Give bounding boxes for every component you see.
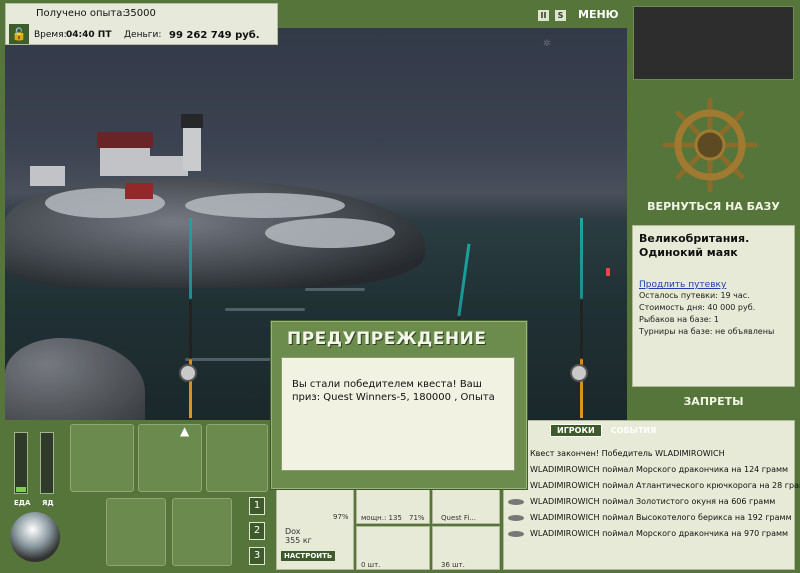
time-value: 04:40 ПТ bbox=[66, 30, 112, 40]
bait-bag-slot[interactable] bbox=[138, 424, 202, 492]
bait-count: 36 шт. bbox=[441, 561, 465, 569]
tackle-box-slot[interactable] bbox=[70, 424, 134, 492]
info-line: Стоимость дня: 40 000 руб. bbox=[639, 303, 756, 312]
fishing-rod-1[interactable] bbox=[189, 218, 192, 418]
location-info: Великобритания. Одинокий маяк Продлить п… bbox=[632, 225, 795, 387]
event-text: Квест закончен! Победитель WLADIMIROWICH bbox=[530, 449, 725, 458]
dialog-title: ПРЕДУПРЕЖДЕНИЕ bbox=[287, 329, 487, 349]
food-label: ЕДА bbox=[14, 499, 31, 507]
power-label: мощн.: 135 bbox=[361, 514, 402, 522]
tools-slot[interactable] bbox=[206, 424, 268, 492]
events-panel: ИГРОКИ СОБЫТИЯ Квест закончен! Победител… bbox=[503, 420, 800, 570]
poison-gauge bbox=[40, 432, 54, 494]
return-to-base-button[interactable]: ВЕРНУТЬСЯ НА БАЗУ bbox=[632, 200, 795, 220]
event-text: WLADIMIROWICH поймал Высокотелого берикс… bbox=[530, 513, 792, 522]
fish-icon bbox=[508, 514, 524, 521]
rod-slot-1-button[interactable]: 1 bbox=[249, 497, 265, 515]
quest-item-card[interactable]: Quest Fi... bbox=[432, 488, 500, 524]
event-row: WLADIMIROWICH поймал Золотистого окуня н… bbox=[508, 494, 792, 510]
fish-icon bbox=[508, 498, 524, 505]
event-row: WLADIMIROWICH поймал Высокотелого берикс… bbox=[508, 510, 792, 526]
basket-slot[interactable] bbox=[106, 498, 166, 566]
event-row: Квест закончен! Победитель WLADIMIROWICH bbox=[508, 446, 792, 462]
rod-card[interactable]: Dox 355 кг 97% НАСТРОИТЬ bbox=[276, 488, 354, 570]
pause-icon[interactable]: II bbox=[538, 10, 549, 21]
event-row: WLADIMIROWICH поймал Атлантического крюч… bbox=[508, 478, 800, 494]
extend-ticket-link[interactable]: Продлить путевку bbox=[639, 280, 788, 290]
warning-dialog[interactable]: ПРЕДУПРЕЖДЕНИЕ Вы стали победителем квес… bbox=[270, 320, 528, 490]
info-line: Рыбаков на базе: 1 bbox=[639, 315, 719, 324]
event-text: WLADIMIROWICH поймал Атлантического крюч… bbox=[530, 481, 800, 490]
hook-count: 0 шт. bbox=[361, 561, 381, 569]
info-line: Осталось путевки: 19 час. bbox=[639, 291, 750, 300]
dialog-message: Вы стали победителем квеста! Ваш приз: Q… bbox=[292, 379, 495, 403]
location-title: Великобритания. Одинокий маяк bbox=[639, 232, 750, 259]
event-text: WLADIMIROWICH поймал Морского дракончика… bbox=[530, 465, 789, 474]
tab-players[interactable]: ИГРОКИ bbox=[550, 424, 602, 437]
quest-label: Quest Fi... bbox=[441, 514, 477, 522]
food-gauge bbox=[14, 432, 28, 494]
info-line: Турниры на базе: не объявлены bbox=[639, 327, 775, 336]
exp-label: Получено опыта: bbox=[36, 8, 126, 19]
cursor-arrow-icon: ▲ bbox=[180, 424, 190, 438]
setup-button[interactable]: НАСТРОИТЬ bbox=[281, 551, 336, 561]
events-tabs: ИГРОКИ СОБЫТИЯ bbox=[550, 424, 662, 438]
bucket-slot[interactable] bbox=[172, 498, 232, 566]
event-row: WLADIMIROWICH поймал Морского дракончика… bbox=[508, 526, 792, 542]
watermark-logo: ✲ bbox=[543, 39, 551, 49]
event-text: WLADIMIROWICH поймал Морского дракончика… bbox=[530, 529, 789, 538]
percent-label: 71% bbox=[409, 514, 425, 522]
tab-events[interactable]: СОБЫТИЯ bbox=[605, 425, 662, 436]
fish-icon bbox=[508, 530, 524, 537]
event-row: WLADIMIROWICH поймал Морского дракончика… bbox=[508, 462, 792, 478]
rod-slot-2-button[interactable]: 2 bbox=[249, 522, 265, 540]
float bbox=[606, 268, 610, 276]
lock-icon[interactable]: 🔓 bbox=[9, 24, 29, 44]
food-gauge-fill bbox=[16, 487, 26, 492]
rod-slot-3-button[interactable]: 3 bbox=[249, 547, 265, 565]
fishing-rod-3[interactable] bbox=[580, 218, 583, 418]
minimap[interactable] bbox=[633, 6, 794, 80]
poison-label: ЯД bbox=[42, 499, 54, 507]
money-label: Деньги: bbox=[124, 30, 162, 40]
reel-card[interactable]: мощн.: 135 71% bbox=[356, 488, 430, 524]
time-label: Время: bbox=[34, 30, 67, 40]
rod-percent: 97% bbox=[333, 513, 349, 521]
sound-icon[interactable]: S bbox=[555, 10, 566, 21]
hook-card[interactable]: 0 шт. bbox=[356, 526, 430, 570]
ship-wheel-icon[interactable] bbox=[660, 95, 760, 195]
bans-button[interactable]: ЗАПРЕТЫ bbox=[632, 395, 795, 413]
dialog-body: Вы стали победителем квеста! Ваш приз: Q… bbox=[281, 357, 515, 471]
bait-card[interactable]: 36 шт. bbox=[432, 526, 500, 570]
status-panel: Получено опыта: 35000 🔓 Время: 04:40 ПТ … bbox=[5, 3, 278, 45]
cauldron-icon[interactable] bbox=[10, 512, 60, 562]
reel-3 bbox=[570, 364, 588, 382]
event-text: WLADIMIROWICH поймал Золотистого окуня н… bbox=[530, 497, 776, 506]
rod-weight: 355 кг bbox=[285, 536, 312, 545]
exp-value: 35000 bbox=[124, 8, 156, 19]
rod-name: Dox bbox=[285, 527, 301, 536]
reel-1 bbox=[179, 364, 197, 382]
menu-button[interactable]: МЕНЮ bbox=[578, 8, 619, 21]
money-value: 99 262 749 руб. bbox=[169, 30, 260, 41]
